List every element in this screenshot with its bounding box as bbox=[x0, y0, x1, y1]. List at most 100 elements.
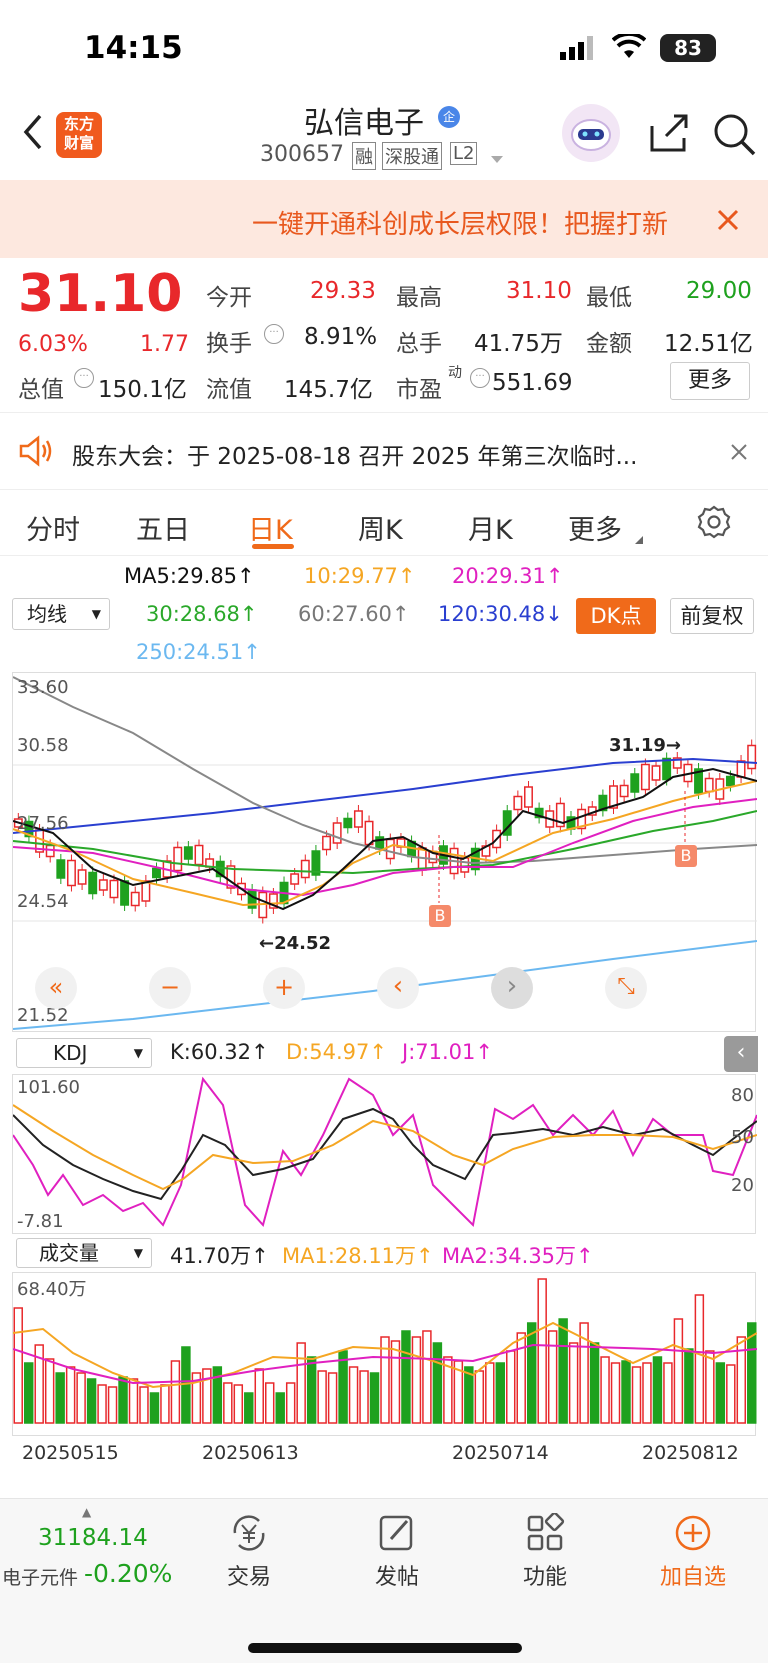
collapse-panel-button[interactable]: ‹ bbox=[724, 1036, 758, 1072]
ma-selector-label: 均线 bbox=[27, 602, 67, 626]
info-icon[interactable]: ··· bbox=[470, 368, 490, 388]
volume-bar bbox=[118, 1376, 128, 1424]
field-value: 29.00 bbox=[686, 278, 752, 304]
volume-bar bbox=[338, 1350, 348, 1424]
ma-legend: MA5:29.85↑ 10:29.77↑ 20:29.31↑ 均线 ▼ 30:2… bbox=[0, 560, 768, 670]
ma250-value: 250:24.51↑ bbox=[136, 640, 261, 664]
tag-l2: L2 bbox=[450, 142, 478, 165]
volume-bar bbox=[558, 1318, 568, 1424]
kdj-chart[interactable]: 101.60 -7.81 80 50 20 bbox=[12, 1074, 757, 1234]
tab-rik[interactable]: 日K bbox=[248, 508, 293, 547]
fullscreen-button[interactable]: ⤡ bbox=[605, 967, 647, 1009]
volume-bar bbox=[65, 1366, 76, 1424]
volume-bar bbox=[485, 1362, 495, 1424]
candle-body bbox=[353, 810, 363, 828]
share-icon[interactable] bbox=[648, 112, 690, 158]
high-mark: 31.19→ bbox=[609, 735, 682, 756]
home-indicator bbox=[248, 1643, 522, 1653]
volume-bar bbox=[694, 1294, 705, 1424]
close-icon[interactable] bbox=[716, 208, 740, 236]
field-label: 市盈 bbox=[396, 377, 442, 403]
candle-body bbox=[88, 871, 98, 895]
tab-yuek[interactable]: 月K bbox=[468, 508, 513, 547]
nav-post[interactable]: 发帖 bbox=[342, 1513, 452, 1591]
info-icon[interactable]: ··· bbox=[264, 324, 284, 344]
kline-chart[interactable]: 33.60 30.58 27.56 24.54 21.52 31.19→ ←24… bbox=[12, 672, 757, 1032]
more-button[interactable]: 更多 bbox=[670, 362, 750, 400]
ma120-value: 120:30.48↓ bbox=[438, 602, 563, 626]
scroll-left-fast-button[interactable]: « bbox=[35, 967, 77, 1009]
candle-body bbox=[524, 786, 533, 808]
settings-icon[interactable] bbox=[696, 504, 732, 544]
zoom-out-button[interactable]: − bbox=[149, 967, 191, 1009]
nav-label: 功能 bbox=[522, 1565, 567, 1590]
volume-bar bbox=[642, 1362, 652, 1424]
tab-wuri[interactable]: 五日 bbox=[136, 508, 190, 547]
battery-icon: 83 bbox=[660, 34, 716, 62]
candle-body bbox=[45, 844, 55, 858]
kdj-k-line bbox=[13, 1107, 757, 1201]
volume-bar bbox=[390, 1340, 401, 1424]
back-icon[interactable] bbox=[18, 112, 48, 152]
grid-icon bbox=[527, 1511, 565, 1551]
candle-body bbox=[56, 859, 66, 879]
volume-bar bbox=[223, 1382, 233, 1424]
buy-marker[interactable]: B bbox=[675, 845, 697, 867]
candle-body bbox=[385, 838, 395, 860]
volume-bar bbox=[97, 1384, 107, 1424]
close-icon[interactable] bbox=[730, 443, 748, 465]
date-axis: 20250515 20250613 20250714 20250812 bbox=[0, 1440, 768, 1470]
tab-fenshi[interactable]: 分时 bbox=[26, 508, 80, 547]
buy-marker[interactable]: B bbox=[429, 905, 451, 927]
volume-bar bbox=[170, 1360, 181, 1424]
nav-add-watchlist[interactable]: 加自选 bbox=[638, 1513, 748, 1591]
volume-bar bbox=[726, 1364, 736, 1424]
scroll-left-button[interactable]: ‹ bbox=[377, 967, 419, 1009]
dk-button[interactable]: DK点 bbox=[576, 598, 656, 634]
candle-body bbox=[130, 891, 140, 907]
search-icon[interactable] bbox=[712, 112, 758, 160]
signal-icon bbox=[560, 36, 594, 60]
verified-badge: 企 bbox=[438, 106, 460, 128]
robot-avatar-icon[interactable] bbox=[562, 104, 620, 162]
field-value: 145.7亿 bbox=[284, 377, 373, 403]
info-icon[interactable]: ··· bbox=[74, 368, 94, 388]
kdj-selector[interactable]: KDJ ▼ bbox=[16, 1038, 152, 1068]
volume-bar bbox=[359, 1370, 369, 1424]
dropdown-icon[interactable] bbox=[490, 150, 504, 169]
tab-zhouk[interactable]: 周K bbox=[358, 508, 403, 547]
volume-bar bbox=[568, 1342, 579, 1424]
nav-label: 交易 bbox=[226, 1565, 271, 1590]
candle-body bbox=[322, 835, 332, 851]
caret-up-icon: ▲ bbox=[82, 1505, 92, 1519]
volume-bar bbox=[160, 1384, 170, 1424]
index-widget[interactable]: ▲ 31184.14 电子元件 -0.20% bbox=[0, 1499, 176, 1599]
nav-functions[interactable]: 功能 bbox=[490, 1511, 600, 1591]
volume-selector[interactable]: 成交量 ▼ bbox=[16, 1238, 152, 1268]
nav-label: 发帖 bbox=[374, 1565, 419, 1590]
volume-y-top: 68.40万 bbox=[17, 1279, 87, 1300]
wifi-icon bbox=[611, 31, 647, 64]
fuquan-button[interactable]: 前复权 bbox=[670, 598, 754, 634]
index-change: -0.20% bbox=[84, 1559, 173, 1588]
ma-selector[interactable]: 均线 ▼ bbox=[12, 598, 110, 630]
date-label: 20250714 bbox=[452, 1442, 549, 1464]
field-value: 31.10 bbox=[506, 278, 572, 304]
scroll-right-button[interactable]: › bbox=[491, 967, 533, 1009]
date-label: 20250613 bbox=[202, 1442, 299, 1464]
tab-more[interactable]: 更多 bbox=[568, 508, 622, 547]
volume-bar bbox=[265, 1382, 275, 1424]
notice-bar[interactable]: 股东大会：于 2025-08-18 召开 2025 年第三次临时... bbox=[0, 412, 768, 490]
field-label: 流值 bbox=[206, 377, 252, 403]
volume-bar bbox=[652, 1356, 663, 1424]
volume-chart[interactable]: 68.40万 bbox=[12, 1272, 757, 1436]
volume-bar bbox=[474, 1370, 485, 1424]
field-value: 150.1亿 bbox=[98, 377, 187, 403]
zoom-in-button[interactable]: + bbox=[263, 967, 305, 1009]
edit-icon bbox=[379, 1515, 413, 1551]
volume-bar bbox=[244, 1392, 254, 1424]
promo-banner[interactable]: 一键开通科创成长层权限！把握打新 bbox=[0, 180, 768, 258]
nav-label: 加自选 bbox=[659, 1565, 726, 1590]
nav-trade[interactable]: 交易 bbox=[194, 1513, 304, 1591]
kdj-tick: 50 bbox=[731, 1127, 754, 1148]
